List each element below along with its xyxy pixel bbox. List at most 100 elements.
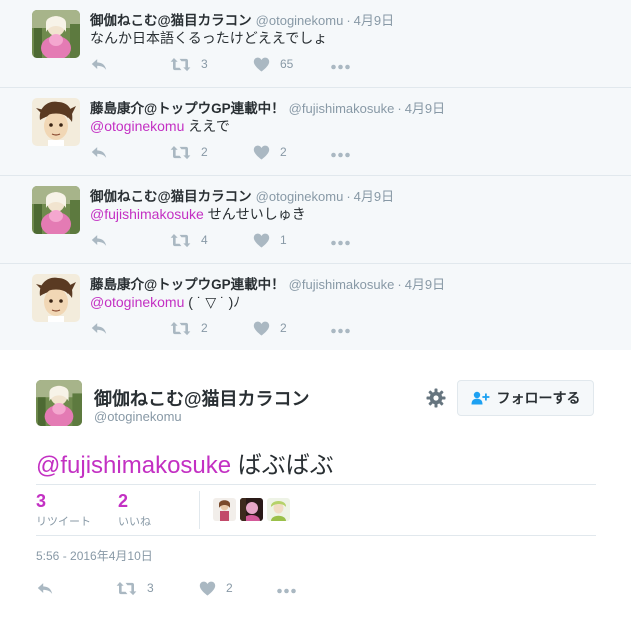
permalink-tweet: 御伽ねこむ@猫目カラコン @otoginekomu フォローする @fujish… [0,350,631,626]
tweet-time[interactable]: 4月9日 [405,101,445,116]
reply-button[interactable] [90,230,108,250]
follow-button[interactable]: フォローする [457,380,594,416]
tweet-text: なんか日本語くるったけどええでしょ [90,28,327,48]
tweet-text-body: ええで [184,118,230,134]
tweet-timestamp[interactable]: 5:56 - 2016年4月10日 [36,547,153,564]
retweet-count: 4 [201,233,208,247]
heart-icon [199,581,216,596]
like-button[interactable]: 2 [253,142,287,162]
reply-tweet[interactable]: 御伽ねこむ@猫目カラコン @otoginekomu · 4月9日 @fujishima… [0,176,631,264]
retweet-count: 3 [147,581,154,595]
heart-icon [253,57,270,72]
avatar[interactable] [32,10,80,58]
tweet-text-body: なんか日本語くるったけどええでしょ [90,30,328,46]
follow-button-label: フォローする [496,390,581,406]
retweet-icon [170,321,191,336]
tweet-text: @fujishimakosuke せんせいしゅき [90,204,306,224]
gear-icon[interactable] [426,388,446,408]
liker-avatar[interactable] [213,498,236,521]
like-button[interactable]: 2 [253,318,287,338]
stats-divider [199,491,200,529]
reply-button[interactable] [36,578,54,598]
screen-name[interactable]: @fujishimakosuke [289,101,395,116]
retweet-stat-count: 3 [36,491,47,511]
heart-icon [253,233,270,248]
like-count: 2 [280,145,287,159]
avatar[interactable] [32,186,80,234]
tweet-time[interactable]: 4月9日 [405,277,445,292]
tweet-header: 御伽ねこむ@猫目カラコン @otoginekomu · 4月9日 [90,185,394,205]
separator-dot: · [346,189,351,204]
more-icon [330,64,351,70]
display-name[interactable]: 御伽ねこむ@猫目カラコン [94,385,310,411]
like-button[interactable]: 1 [253,230,287,250]
reply-tweet[interactable]: 藤島康介@トップウGP連載中！ @fujishimakosuke · 4月9日 @ot… [0,264,631,352]
reply-icon [90,57,108,72]
retweet-button[interactable]: 3 [116,578,154,598]
tweet-actions: 3 2 [36,578,336,598]
liker-avatar[interactable] [267,498,290,521]
retweet-button[interactable]: 4 [170,230,208,250]
follow-person-icon [471,391,489,405]
display-name[interactable]: 藤島康介@トップウGP連載中！ [90,277,285,292]
avatar[interactable] [36,380,82,426]
more-button[interactable] [330,145,351,165]
reply-button[interactable] [90,54,108,74]
retweet-count: 2 [201,145,208,159]
screen-name[interactable]: @otoginekomu [256,13,344,28]
display-name[interactable]: 御伽ねこむ@猫目カラコン [90,13,252,28]
like-count: 2 [280,321,287,335]
tweet-header: 御伽ねこむ@猫目カラコン @otoginekomu · 4月9日 [90,9,394,29]
screen-name[interactable]: @fujishimakosuke [289,277,395,292]
separator-dot: · [346,13,351,28]
reply-icon [90,145,108,160]
tweet-header: 藤島康介@トップウGP連載中！ @fujishimakosuke · 4月9日 [90,97,445,117]
tweet-actions: 4 1 [90,230,390,250]
more-icon [330,152,351,158]
tweet-text: @fujishimakosuke ばぶばぶ [36,445,334,480]
mention-link[interactable]: @fujishimakosuke [36,452,231,479]
display-name[interactable]: 藤島康介@トップウGP連載中！ [90,101,285,116]
avatar[interactable] [32,98,80,146]
more-button[interactable] [330,233,351,253]
like-button[interactable]: 65 [253,54,293,74]
screen-name[interactable]: @otoginekomu [256,189,344,204]
reply-button[interactable] [90,318,108,338]
like-stat[interactable]: 2 いいね [118,491,151,529]
tweet-stats: 3 リツイート 2 いいね [36,484,596,536]
mention-link[interactable]: @otoginekomu [90,118,184,134]
reply-icon [36,581,54,596]
avatar[interactable] [32,274,80,322]
retweet-stat[interactable]: 3 リツイート [36,491,91,529]
tweet-text: @otoginekomu ( ˙ ▽ ˙ )ﾉ [90,292,240,312]
retweet-button[interactable]: 3 [170,54,208,74]
like-count: 65 [280,57,294,71]
reply-tweet[interactable]: 藤島康介@トップウGP連載中！ @fujishimakosuke · 4月9日 @ot… [0,88,631,176]
tweet-time[interactable]: 4月9日 [354,13,394,28]
tweet-text-body: ( ˙ ▽ ˙ )ﾉ [184,294,241,310]
like-stat-label: いいね [118,516,151,528]
more-button[interactable] [276,581,297,601]
retweet-button[interactable]: 2 [170,318,208,338]
tweet-actions: 3 65 [90,54,390,74]
reply-tweet[interactable]: 御伽ねこむ@猫目カラコン @otoginekomu · 4月9日 なんか日本語くるった… [0,0,631,88]
more-button[interactable] [330,321,351,341]
tweet-actions: 2 2 [90,318,390,338]
tweet-text-body: せんせいしゅき [203,206,306,222]
tweet-text: @otoginekomu ええで [90,116,230,136]
display-name[interactable]: 御伽ねこむ@猫目カラコン [90,189,252,204]
reply-button[interactable] [90,142,108,162]
mention-link[interactable]: @otoginekomu [90,294,184,310]
mention-link[interactable]: @fujishimakosuke [90,206,204,222]
retweet-button[interactable]: 2 [170,142,208,162]
reply-icon [90,321,108,336]
like-button[interactable]: 2 [199,578,233,598]
like-count: 2 [226,581,233,595]
heart-icon [253,145,270,160]
more-button[interactable] [330,57,351,77]
like-stat-count: 2 [118,491,129,511]
tweet-time[interactable]: 4月9日 [354,189,394,204]
screen-name[interactable]: @otoginekomu [94,409,182,424]
more-icon [330,240,351,246]
liker-avatar[interactable] [240,498,263,521]
